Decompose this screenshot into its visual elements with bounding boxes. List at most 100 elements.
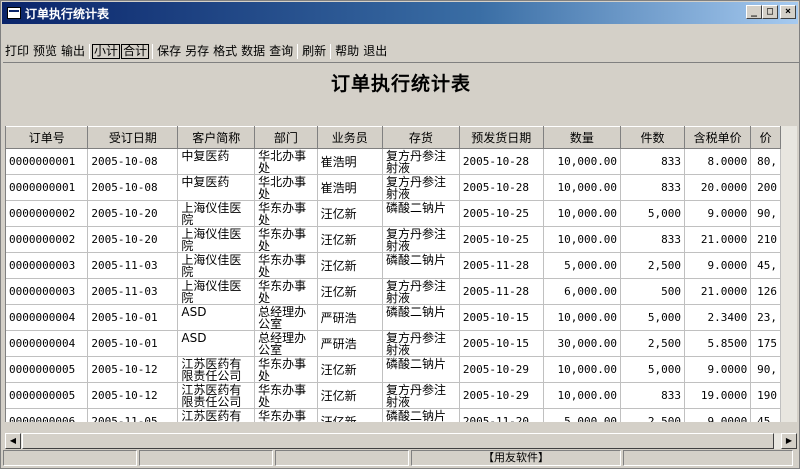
table-row[interactable]: 0000000003 2005-11-03 上海仪佳医院 华东办事处 汪亿新 复方丹参注射… [6, 278, 781, 305]
report-title: 订单执行统计表 [330, 73, 471, 95]
column-header[interactable]: 部门 [254, 126, 318, 149]
table-row[interactable]: 00000000062005-11-05江苏医药有限责任公司华东办事处汪亿新磷酸… [6, 408, 781, 422]
column-header[interactable]: 含税单价 [684, 126, 752, 149]
column-header[interactable]: 价 [750, 126, 781, 149]
status-brand: 【用友软件】 [411, 450, 621, 466]
table-cell: 5,000 [620, 304, 686, 331]
table-cell: 崔浩明 [317, 174, 383, 201]
table-cell: 2005-10-15 [459, 330, 544, 357]
table-cell: 0000000001 [6, 174, 89, 201]
title-bar[interactable]: 订单执行统计表 _ □ × [2, 2, 798, 24]
table-row[interactable]: 0000000005 2005-10-12 江苏医药有限责任公司 华东办事处 汪亿新 磷酸… [6, 356, 781, 383]
scroll-left-button[interactable]: ◀ [5, 433, 21, 449]
column-header[interactable]: 数量 [543, 126, 622, 149]
table-cell: 上海仪佳医院 [177, 200, 256, 227]
table-row[interactable]: 0000000001 2005-10-08 中复医药 华北办事处 崔浩明 复方丹参注射液 2… [6, 174, 781, 201]
horizontal-scrollbar[interactable]: ◀ ▶ [5, 433, 797, 449]
table-row[interactable]: 0000000004 2005-10-01 ASD 总经理办公室 严研浩 复方丹参注射液 2… [6, 330, 781, 357]
menu-separator [89, 43, 91, 59]
column-header[interactable]: 客户简称 [177, 126, 256, 149]
table-row[interactable]: 0000000002 2005-10-20 上海仪佳医院 华东办事处 汪亿新 复方丹参注射… [6, 226, 781, 253]
table-cell: 9.0000 [684, 200, 752, 227]
table-cell: 2005-11-28 [459, 252, 544, 279]
table-cell: 10,000.00 [543, 226, 622, 253]
table-cell: 833 [620, 226, 686, 253]
menu-refresh[interactable]: 刷新 [300, 42, 328, 60]
menu-exit[interactable]: 退出 [361, 42, 389, 60]
table-row[interactable]: 0000000002 2005-10-20 上海仪佳医院 华东办事处 汪亿新 磷酸二钠片 2… [6, 200, 781, 227]
table-cell: 210 [750, 226, 781, 253]
table-cell: 2005-10-20 [87, 226, 179, 253]
table-cell: 汪亿新 [317, 408, 383, 422]
status-cell [623, 450, 793, 466]
table-cell: 0000000003 [6, 278, 89, 305]
menu-save[interactable]: 保存 [155, 42, 183, 60]
menu-separator [152, 43, 154, 59]
menu-print[interactable]: 打印 [3, 42, 31, 60]
column-header[interactable]: 订单号 [6, 126, 89, 149]
table-cell: 2005-11-03 [87, 278, 179, 305]
table-cell: 10,000.00 [543, 356, 622, 383]
table-cell: 华北办事处 [254, 174, 318, 201]
table-cell: 中复医药 [177, 148, 256, 175]
scroll-right-button[interactable]: ▶ [781, 433, 797, 449]
column-header[interactable]: 预发货日期 [459, 126, 544, 149]
table-cell: 0000000004 [6, 304, 89, 331]
table-row[interactable]: 0000000005 2005-10-12 江苏医药有限责任公司 华东办事处 汪亿新 复方… [6, 382, 781, 409]
table-cell: 10,000.00 [543, 174, 622, 201]
scroll-thumb[interactable] [22, 433, 774, 449]
table-cell: 500 [620, 278, 686, 305]
table-cell: 2005-10-28 [459, 148, 544, 175]
table-cell: 华东办事处 [254, 200, 318, 227]
table-cell: 磷酸二钠片 [382, 408, 460, 422]
table-cell: 833 [620, 382, 686, 409]
menu-help[interactable]: 帮助 [333, 42, 361, 60]
table-cell: 汪亿新 [317, 252, 383, 279]
report-window: 订单执行统计表 _ □ × 打印 预览 输出 小计 合计 保存 另存 格式 数据… [0, 0, 800, 469]
table-cell: 5,000.00 [543, 252, 622, 279]
table-cell: 0000000005 [6, 356, 89, 383]
table-cell: ASD [177, 330, 256, 357]
menu-output[interactable]: 输出 [59, 42, 87, 60]
column-header[interactable]: 存货 [382, 126, 460, 149]
table-cell: 总经理办公室 [254, 304, 318, 331]
table-cell: 10,000.00 [543, 200, 622, 227]
table-cell: 华东办事处 [254, 226, 318, 253]
column-header[interactable]: 件数 [620, 126, 686, 149]
table-cell: 2005-10-25 [459, 226, 544, 253]
close-button[interactable]: × [780, 5, 796, 19]
menu-format[interactable]: 格式 [211, 42, 239, 60]
table-cell: 2005-10-20 [87, 200, 179, 227]
table-cell: 5,000 [620, 356, 686, 383]
report-grid[interactable]: 订单号 受订日期 客户简称 部门 业务员 存货 预发货日期 数量 件数 含税单价价 0000000… [5, 126, 781, 422]
table-row[interactable]: 0000000001 2005-10-08 中复医药 华北办事处 崔浩明 复方丹参注射液 2… [6, 148, 781, 175]
table-cell: 严研浩 [317, 304, 383, 331]
table-cell: 2005-10-12 [87, 356, 179, 383]
menu-subtotal[interactable]: 小计 [92, 43, 121, 59]
menu-save-as[interactable]: 另存 [183, 42, 211, 60]
minimize-button[interactable]: _ [746, 5, 762, 19]
table-cell: 126 [750, 278, 781, 305]
table-cell: 2.3400 [684, 304, 752, 331]
column-header[interactable]: 业务员 [317, 126, 383, 149]
table-row[interactable]: 0000000003 2005-11-03 上海仪佳医院 华东办事处 汪亿新 磷酸二钠片 2… [6, 252, 781, 279]
table-cell: 磷酸二钠片 [382, 200, 460, 227]
menu-data[interactable]: 数据 [239, 42, 267, 60]
menu-preview[interactable]: 预览 [31, 42, 59, 60]
table-row[interactable]: 0000000004 2005-10-01 ASD 总经理办公室 严研浩 磷酸二钠片 200… [6, 304, 781, 331]
table-cell: 2005-10-08 [87, 174, 179, 201]
toolbar-menu: 打印 预览 输出 小计 合计 保存 另存 格式 数据 查询 刷新 帮助 退出 [3, 41, 799, 61]
table-cell: 磷酸二钠片 [382, 252, 460, 279]
table-cell: 10,000.00 [543, 148, 622, 175]
table-cell: 6,000.00 [543, 278, 622, 305]
table-cell: 2005-11-28 [459, 278, 544, 305]
table-cell: 磷酸二钠片 [382, 356, 460, 383]
table-cell: 华北办事处 [254, 148, 318, 175]
table-cell: 上海仪佳医院 [177, 252, 256, 279]
column-header[interactable]: 受订日期 [87, 126, 179, 149]
maximize-button[interactable]: □ [762, 5, 778, 19]
menu-query[interactable]: 查询 [267, 42, 295, 60]
vertical-scrollbar[interactable] [781, 126, 797, 422]
table-cell: 2005-10-12 [87, 382, 179, 409]
menu-total[interactable]: 合计 [121, 43, 150, 59]
